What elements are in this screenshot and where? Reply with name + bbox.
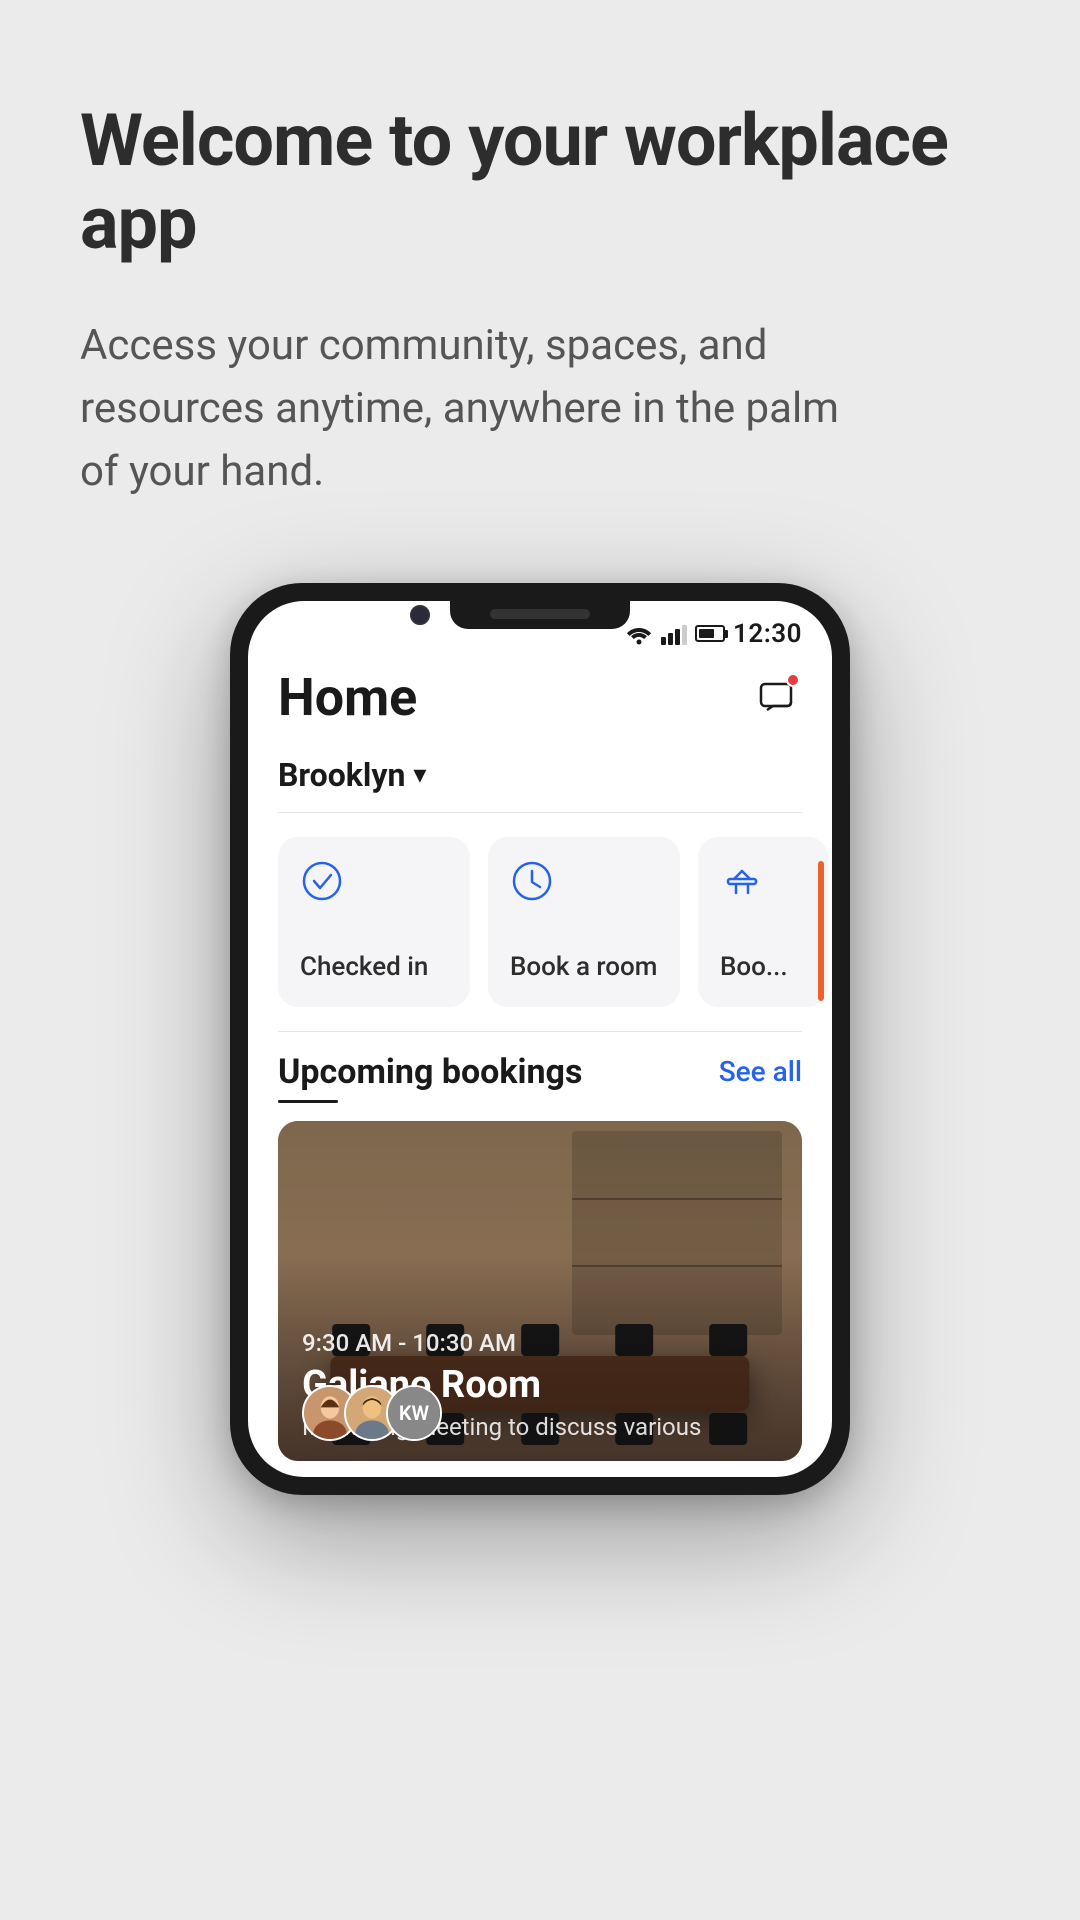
signal-icon xyxy=(661,623,687,645)
page-wrapper: Welcome to your workplace app Access you… xyxy=(0,0,1080,1920)
avatar-initials: KW xyxy=(386,1385,442,1441)
section-title: Upcoming bookings xyxy=(278,1052,582,1092)
hero-subtitle: Access your community, spaces, and resou… xyxy=(80,314,840,503)
book-room-card[interactable]: Book a room xyxy=(488,837,680,1007)
app-title: Home xyxy=(278,667,417,728)
quick-actions-row: Checked in Book a room xyxy=(248,813,832,1031)
hero-section: Welcome to your workplace app Access you… xyxy=(80,100,1000,503)
hero-title: Welcome to your workplace app xyxy=(80,100,1000,266)
phone-speaker xyxy=(490,609,590,619)
section-header: Upcoming bookings See all xyxy=(278,1052,802,1092)
chevron-down-icon: ▾ xyxy=(413,760,426,790)
check-circle-icon xyxy=(300,859,344,903)
status-time: 12:30 xyxy=(733,619,802,649)
phone-mockup: 12:30 Home xyxy=(230,583,850,1495)
wifi-icon xyxy=(625,623,653,645)
section-underline xyxy=(278,1100,338,1103)
desk-icon xyxy=(720,859,764,903)
avatar-group: KW xyxy=(302,1385,442,1441)
phone-screen: 12:30 Home xyxy=(248,601,832,1477)
see-all-link[interactable]: See all xyxy=(719,1055,802,1088)
scroll-indicator xyxy=(818,861,824,1001)
booking-time: 9:30 AM - 10:30 AM xyxy=(302,1329,778,1357)
bookings-section: Upcoming bookings See all xyxy=(248,1032,832,1477)
location-selector[interactable]: Brooklyn ▾ xyxy=(248,748,832,812)
book-desk-card[interactable]: Boo... xyxy=(698,837,828,1007)
clock-icon xyxy=(510,859,554,903)
battery-icon xyxy=(695,625,725,642)
booking-card[interactable]: 9:30 AM - 10:30 AM Galiano Room Marketin… xyxy=(278,1121,802,1461)
phone-outer-shell: 12:30 Home xyxy=(230,583,850,1495)
checked-in-card[interactable]: Checked in xyxy=(278,837,470,1007)
app-header: Home xyxy=(248,657,832,748)
location-name: Brooklyn xyxy=(278,756,405,794)
book-desk-label: Boo... xyxy=(720,951,788,985)
notifications-button[interactable] xyxy=(750,671,802,723)
status-icons: 12:30 xyxy=(625,619,802,649)
avatar-initials-text: KW xyxy=(388,1387,440,1439)
notification-dot xyxy=(786,673,800,687)
booking-image: 9:30 AM - 10:30 AM Galiano Room Marketin… xyxy=(278,1121,802,1461)
checked-in-label: Checked in xyxy=(300,951,428,985)
phone-camera xyxy=(410,605,430,625)
book-room-label: Book a room xyxy=(510,951,657,985)
